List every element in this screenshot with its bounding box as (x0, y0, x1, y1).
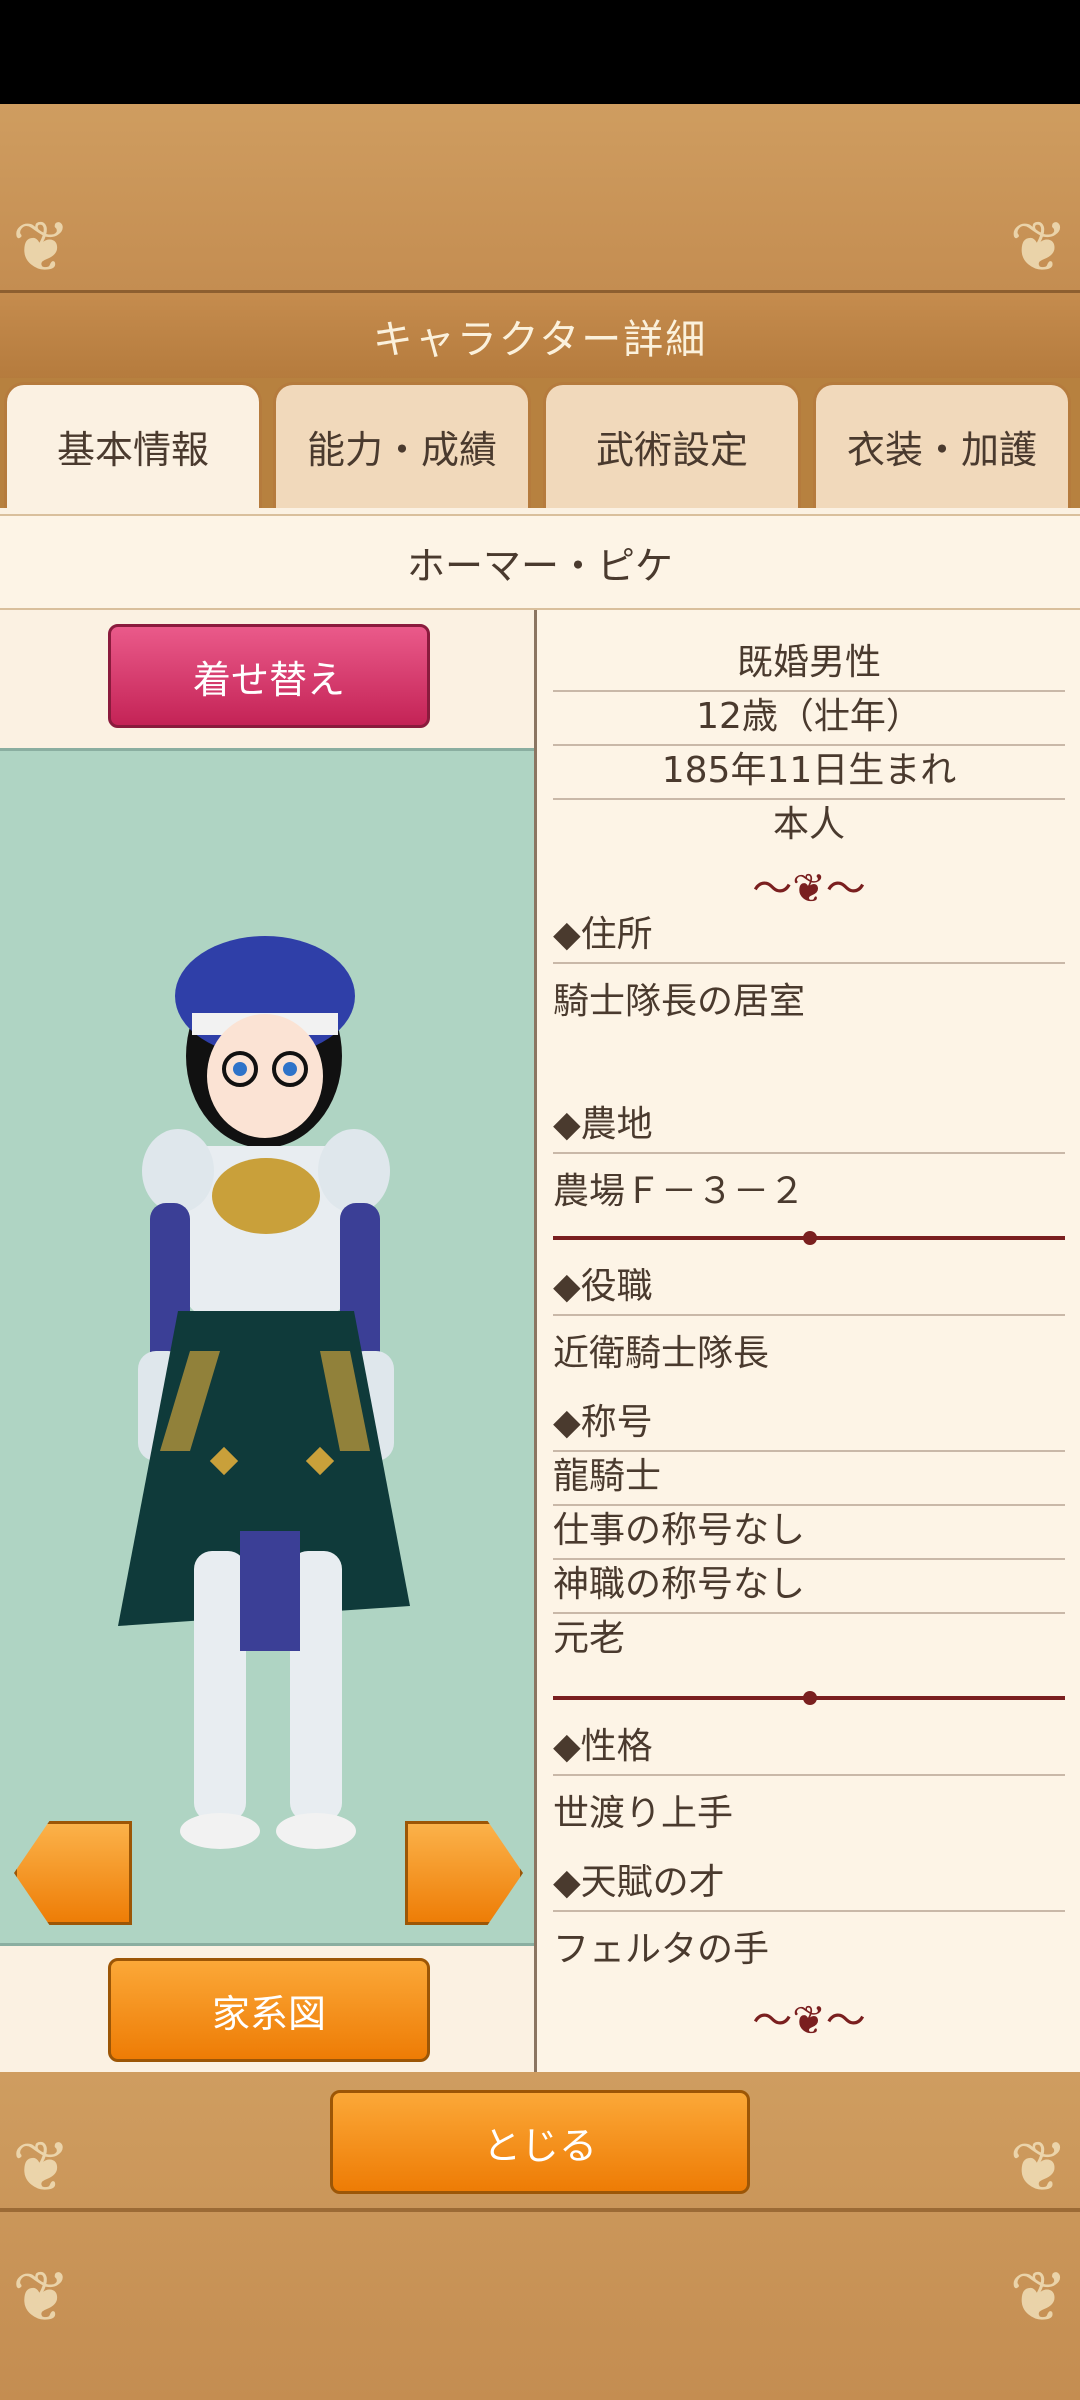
scroll-ornament-icon: 〜❦〜 (752, 1998, 866, 2044)
title-item: 元老 (553, 1618, 626, 1659)
frame-line (0, 2208, 1080, 2212)
divider-dot (803, 1691, 817, 1705)
character-info-panel: 既婚男性 12歳（壮年） 185年11日生まれ 本人 〜❦〜 ◆住所 騎士隊長の… (537, 610, 1080, 2072)
tab-label: 基本情報 (56, 428, 209, 472)
character-detail-content: ホーマー・ピケ 着せ替え 家系図 既婚男性 12歳（壮年） 185年11日生まれ… (0, 508, 1080, 2072)
character-name: ホーマー・ピケ (406, 543, 673, 588)
farm-label: ◆農地 (553, 1098, 1065, 1154)
birth-date: 185年11日生まれ (553, 744, 1065, 800)
titles-label: ◆称号 (553, 1396, 1065, 1452)
corner-ornament-icon: ❦ (1009, 2256, 1068, 2338)
talent-value: フェルタの手 (553, 1929, 770, 1970)
character-figure (118, 936, 410, 1849)
character-view-panel: 着せ替え 家系図 (0, 610, 537, 2072)
tab-ability-results[interactable]: 能力・成績 (273, 382, 531, 508)
header-title-bar: キャラクター詳細 (0, 290, 1080, 382)
corner-ornament-icon: ❦ (12, 206, 71, 288)
age: 12歳（壮年） (553, 690, 1065, 746)
divider-dot (803, 1231, 817, 1245)
close-label: とじる (482, 2123, 597, 2168)
role-label: ◆役職 (553, 1260, 1065, 1316)
status-bar (0, 0, 1080, 104)
top-wood-frame: ❦ ❦ (0, 104, 1080, 290)
tab-label: 能力・成績 (306, 428, 497, 472)
title-item: 龍騎士 (553, 1450, 1065, 1506)
corner-ornament-icon: ❦ (1009, 2126, 1068, 2208)
close-button[interactable]: とじる (330, 2090, 750, 2194)
character-name-bar: ホーマー・ピケ (0, 514, 1080, 610)
address-label: ◆住所 (553, 908, 1065, 964)
tab-label: 武術設定 (595, 428, 748, 472)
character-viewer[interactable] (0, 748, 534, 1946)
scroll-ornament-icon: 〜❦〜 (752, 866, 866, 912)
tab-bar: 基本情報 能力・成績 武術設定 衣装・加護 (0, 378, 1080, 508)
dress-up-button[interactable]: 着せ替え (108, 624, 430, 728)
bottom-wood-frame: ❦ ❦ ❦ ❦ とじる (0, 2072, 1080, 2400)
farm-value: 農場Ｆ－３－２ (553, 1171, 806, 1212)
tab-martial-settings[interactable]: 武術設定 (543, 382, 801, 508)
personality-value: 世渡り上手 (553, 1793, 734, 1834)
talent-label: ◆天賦の才 (553, 1856, 1065, 1912)
personality-label: ◆性格 (553, 1720, 1065, 1776)
tab-basic-info[interactable]: 基本情報 (4, 382, 262, 508)
corner-ornament-icon: ❦ (12, 2256, 71, 2338)
title-item: 仕事の称号なし (553, 1504, 1065, 1560)
family-tree-button[interactable]: 家系図 (108, 1958, 430, 2062)
corner-ornament-icon: ❦ (1009, 206, 1068, 288)
family-tree-label: 家系図 (211, 1991, 326, 2036)
marital-status: 既婚男性 (553, 636, 1065, 692)
address-value: 騎士隊長の居室 (553, 981, 806, 1022)
relation: 本人 (772, 804, 845, 845)
dress-up-label: 着せ替え (192, 657, 345, 702)
tab-label: 衣装・加護 (846, 428, 1037, 472)
title-item: 神職の称号なし (553, 1558, 1065, 1614)
tab-costume-blessing[interactable]: 衣装・加護 (813, 382, 1071, 508)
corner-ornament-icon: ❦ (12, 2126, 71, 2208)
role-value: 近衛騎士隊長 (553, 1333, 770, 1374)
page-title: キャラクター詳細 (372, 317, 708, 363)
